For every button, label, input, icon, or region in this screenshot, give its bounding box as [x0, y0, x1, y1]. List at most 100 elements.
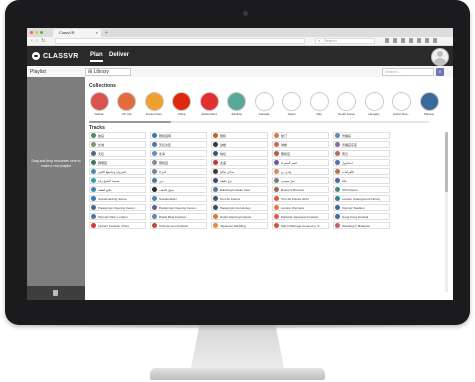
- track-item[interactable]: Paralympic Opening Cerem...: [89, 204, 146, 211]
- track-item[interactable]: 雍和宫: [272, 150, 329, 157]
- track-item[interactable]: وادي رم: [272, 168, 329, 175]
- track-item[interactable]: 钟楼: [272, 141, 329, 148]
- track-item[interactable]: مدائن صالح: [211, 168, 268, 175]
- collection-label: Planets: [423, 112, 434, 116]
- collection-item[interactable]: Canada: [254, 92, 274, 116]
- extension-icon[interactable]: [417, 38, 421, 43]
- app-header: CLASSVR Plan Deliver: [27, 46, 453, 66]
- track-item[interactable]: البتراء: [150, 168, 207, 175]
- extension-icon[interactable]: [409, 38, 413, 43]
- track-item[interactable]: 故宫: [89, 132, 146, 139]
- url-field[interactable]: [55, 38, 305, 44]
- collection-item[interactable]: Japan: [282, 92, 302, 116]
- track-item[interactable]: 天坛: [89, 150, 146, 157]
- collection-item[interactable]: Ancient Dev.: [144, 92, 164, 116]
- search-button[interactable]: ⌕: [436, 68, 444, 76]
- track-item[interactable]: Paralympic Ice Hockey: [211, 204, 268, 211]
- track-item[interactable]: Hong Kong Festival: [333, 213, 390, 220]
- collection-item[interactable]: Planets: [419, 92, 439, 116]
- track-item[interactable]: 颐和园南: [150, 132, 207, 139]
- library-search-input[interactable]: Search...: [382, 68, 434, 76]
- track-item[interactable]: Hindu Dancing Festival: [211, 213, 268, 220]
- track-item[interactable]: برج خليفة: [211, 177, 268, 184]
- track-item[interactable]: 地坛: [211, 150, 268, 157]
- track-item[interactable]: 前门: [272, 132, 329, 139]
- track-item[interactable]: Snowboarding Scene: [89, 195, 146, 202]
- minimize-window-icon[interactable]: [35, 31, 38, 34]
- track-item[interactable]: مكة: [333, 177, 390, 184]
- track-item[interactable]: مسجد الشيخ زايد: [89, 177, 146, 184]
- navigation-arrows[interactable]: ‹ › ↻: [31, 38, 46, 44]
- track-item[interactable]: Olympic Stadium: [333, 204, 390, 211]
- track-item[interactable]: Lantern Festival, China: [89, 222, 146, 229]
- track-item[interactable]: 鼓楼: [211, 141, 268, 148]
- track-item[interactable]: 景福宫东区: [333, 141, 390, 148]
- library-selector[interactable]: ⊞ Library: [85, 68, 131, 76]
- collection-item[interactable]: South Korea: [337, 92, 357, 116]
- collection-item[interactable]: Hungary: [364, 92, 384, 116]
- classvr-logo[interactable]: CLASSVR: [32, 52, 79, 60]
- track-item[interactable]: Tour de France 2013: [272, 195, 329, 202]
- playlist-sidebar[interactable]: Drag and drop resources here to make a n…: [27, 77, 85, 300]
- collection-item[interactable]: Zambia: [227, 92, 247, 116]
- close-window-icon[interactable]: [30, 31, 33, 34]
- track-item[interactable]: 圆明园: [89, 159, 146, 166]
- track-label: Edinburgh Castle View: [220, 187, 251, 192]
- collection-item[interactable]: Italy: [309, 92, 329, 116]
- track-item[interactable]: Sfb Flowers: [333, 186, 390, 193]
- extension-icon[interactable]: [385, 38, 389, 43]
- track-item[interactable]: Chinese Lion Festival: [150, 222, 207, 229]
- track-item[interactable]: 南汉: [333, 150, 390, 157]
- tracks-scroll-thumb[interactable]: [445, 132, 448, 192]
- track-item[interactable]: جبل موسى: [272, 177, 329, 184]
- track-item[interactable]: Buxton's Bunnies: [272, 186, 329, 193]
- track-item[interactable]: قصر الحمراء: [272, 159, 329, 166]
- extension-icon[interactable]: [401, 38, 405, 43]
- track-item[interactable]: Japanese Wedding: [211, 222, 268, 229]
- close-tab-icon[interactable]: ×: [96, 29, 98, 37]
- track-item[interactable]: 长城: [89, 141, 146, 148]
- track-item[interactable]: Edinburgh Castle View: [211, 186, 268, 193]
- track-item[interactable]: Olympic Park, London: [89, 213, 146, 220]
- maximize-window-icon[interactable]: [40, 31, 43, 34]
- track-item[interactable]: London Underground Library: [333, 195, 390, 202]
- track-item[interactable]: 颐和: [211, 132, 268, 139]
- browser-tab[interactable]: ClassVR ×: [53, 29, 101, 37]
- collection-item[interactable]: China: [172, 92, 192, 116]
- track-item[interactable]: 北海: [150, 150, 207, 157]
- track-thumbnail-icon: [335, 169, 340, 174]
- collection-item[interactable]: Global: [89, 92, 109, 116]
- tracks-scrollbar[interactable]: [445, 132, 448, 292]
- track-item[interactable]: Diwali Mela Festival: [150, 213, 207, 220]
- collection-item[interactable]: UK Life: [117, 92, 137, 116]
- track-item[interactable]: استانبول: [333, 159, 390, 166]
- collections-scroll-thumb[interactable]: [89, 121, 171, 123]
- collection-item[interactable]: Czech Rep...: [392, 92, 412, 116]
- track-item[interactable]: London Olympics: [272, 204, 329, 211]
- extension-icon[interactable]: [425, 38, 429, 43]
- avatar[interactable]: [431, 48, 449, 66]
- track-item[interactable]: Snowboarder: [150, 195, 207, 202]
- track-item[interactable]: Paralympic Opening Cerem...: [150, 204, 207, 211]
- track-item[interactable]: 太庙: [211, 159, 268, 166]
- track-item[interactable]: سوق الذهب: [150, 186, 207, 193]
- extension-icon[interactable]: [433, 38, 437, 43]
- track-item[interactable]: Maori Marriage Ceremony, S...: [272, 222, 329, 229]
- track-item[interactable]: Wedding in Malaysia: [333, 222, 390, 229]
- track-item[interactable]: دبي: [150, 177, 207, 184]
- track-item[interactable]: خليج العقبة: [89, 186, 146, 193]
- track-item[interactable]: الأهرامات: [333, 168, 390, 175]
- extension-icon[interactable]: [393, 38, 397, 43]
- tab-deliver[interactable]: Deliver: [109, 52, 129, 58]
- tab-plan[interactable]: Plan: [90, 52, 103, 62]
- track-item[interactable]: 天坛北区: [150, 141, 207, 148]
- track-item[interactable]: القيروان وجامعها الكبير: [89, 168, 146, 175]
- track-item[interactable]: 颐和园: [150, 159, 207, 166]
- new-tab-button[interactable]: +: [105, 29, 108, 37]
- collection-item[interactable]: Switzerland: [199, 92, 219, 116]
- track-item[interactable]: 景福宫: [333, 132, 390, 139]
- browser-search-field[interactable]: ⌕ Search: [315, 38, 375, 44]
- trash-icon[interactable]: [53, 290, 58, 296]
- track-item[interactable]: Parkside Japanese Festival: [272, 213, 329, 220]
- track-item[interactable]: Tour de France: [211, 195, 268, 202]
